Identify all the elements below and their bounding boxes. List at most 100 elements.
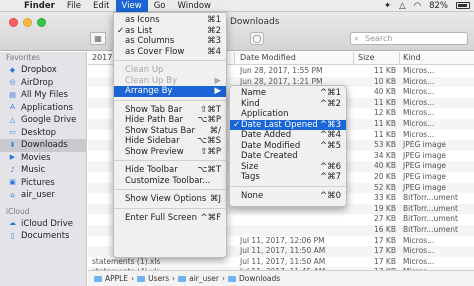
sidebar-item-label: air_user xyxy=(21,190,55,200)
menu-go[interactable]: Go xyxy=(148,0,172,12)
search-field[interactable]: ⌕ Search xyxy=(350,32,468,45)
music-icon: ♪ xyxy=(10,165,15,174)
cell-size: 17 KB xyxy=(374,235,396,245)
menu-item-tags[interactable]: Tags ^⌘7 xyxy=(230,172,346,183)
menu-separator xyxy=(114,160,226,161)
desktop-icon: ▭ xyxy=(9,128,16,137)
menu-item-date-last-opened[interactable]: ✓ Date Last Opened ^⌘3 xyxy=(230,119,346,130)
menu-item-show-preview[interactable]: Show Preview ⇧⌘P xyxy=(114,147,226,158)
path-item[interactable]: Downloads xyxy=(239,274,280,283)
cell-kind: Micros... xyxy=(403,66,435,75)
battery-icon[interactable] xyxy=(456,2,470,9)
minimize-button[interactable] xyxy=(23,18,32,27)
cell-kind: BitTorr...ument xyxy=(403,203,458,213)
menu-item-date-modified[interactable]: Date Modified ^⌘5 xyxy=(230,141,346,152)
sidebar-item[interactable]: ⌂ air_user xyxy=(0,189,86,202)
dropbox-status-icon[interactable]: ✦ xyxy=(384,1,391,11)
google-drive-status-icon[interactable]: △ xyxy=(399,1,406,11)
sidebar-item[interactable]: ▣ Pictures xyxy=(0,177,86,190)
wifi-icon[interactable]: ◠ xyxy=(414,1,421,11)
sidebar-item[interactable]: ♪ Music xyxy=(0,164,86,177)
downloads-icon: ⬇ xyxy=(9,140,16,149)
menu-item-as-cover-flow[interactable]: as Cover Flow ⌘4 xyxy=(114,47,226,58)
column-date-modified[interactable]: Date Modified xyxy=(240,53,296,62)
sidebar: Favorites ◆ Dropbox ◎ AirDrop ▤ All My Files A… xyxy=(0,52,87,286)
menu-item-label: Show Status Bar xyxy=(125,125,195,136)
menu-finder[interactable]: Finder xyxy=(18,0,61,12)
movies-icon: ▶ xyxy=(9,153,16,162)
menu-item-none[interactable]: None ^⌘0 xyxy=(230,191,346,202)
applications-icon: A xyxy=(10,103,15,112)
menu-item-date-added[interactable]: Date Added ^⌘4 xyxy=(230,130,346,141)
menu-item-as-icons[interactable]: as Icons ⌘1 xyxy=(114,15,226,26)
pictures-icon: ▣ xyxy=(9,178,16,187)
sidebar-item[interactable]: ☁ iCloud Drive xyxy=(0,218,86,231)
sidebar-item[interactable]: ▯ Documents xyxy=(0,230,86,243)
menu-item-label: Tags xyxy=(241,172,260,182)
table-row[interactable]: statements (1).xls Jul 11, 2017, 11:50 AM… xyxy=(88,257,474,268)
menu-item-label: as Cover Flow xyxy=(125,46,185,57)
path-item[interactable]: APPLE xyxy=(105,274,128,283)
sidebar-item[interactable]: ⬇ Downloads xyxy=(0,139,86,152)
menu-shortcut: ⌥⌘S xyxy=(197,136,221,146)
menu-item-label: None xyxy=(241,190,264,201)
dropbox-icon: ◆ xyxy=(9,65,16,74)
menu-item-hide-sidebar[interactable]: Hide Sidebar ⌥⌘S xyxy=(114,136,226,147)
menu-view[interactable]: View xyxy=(115,0,148,12)
cell-date: Jul 11, 2017, 11:50 AM xyxy=(240,246,326,256)
nav-buttons: ▦ xyxy=(90,32,106,45)
menu-item-customize-toolbar[interactable]: Customize Toolbar... xyxy=(114,176,226,187)
menu-item-hide-path-bar[interactable]: Hide Path Bar ⌥⌘P xyxy=(114,115,226,126)
menu-item-show-status-bar[interactable]: Show Status Bar ⌘/ xyxy=(114,126,226,137)
menu-shortcut: ⌘3 xyxy=(207,36,221,46)
menu-window[interactable]: Window xyxy=(171,0,217,12)
sidebar-item[interactable]: ▶ Movies xyxy=(0,152,86,165)
menu-shortcut: ^⌘2 xyxy=(319,98,341,109)
menu-item-label: Show Tab Bar xyxy=(125,104,183,115)
column-size[interactable]: Size xyxy=(358,53,374,62)
menu-item-arrange-by[interactable]: Arrange By ▶ xyxy=(114,86,226,97)
menu-item-enter-full-screen[interactable]: Enter Full Screen ^⌘F xyxy=(114,213,226,224)
sidebar-item[interactable]: ◆ Dropbox xyxy=(0,64,86,77)
search-placeholder: Search xyxy=(365,34,393,43)
menu-item-kind[interactable]: Kind ^⌘2 xyxy=(230,99,346,110)
column-kind[interactable]: Kind xyxy=(403,53,421,62)
menu-edit[interactable]: Edit xyxy=(87,0,115,12)
close-button[interactable] xyxy=(9,18,18,27)
sidebar-item[interactable]: △ Google Drive xyxy=(0,114,86,127)
tags-button[interactable]: ◯ xyxy=(250,32,264,45)
cell-size: 40 KB xyxy=(374,87,396,97)
sidebar-item[interactable]: A Applications xyxy=(0,102,86,115)
menu-item-hide-toolbar[interactable]: Hide Toolbar ⌥⌘T xyxy=(114,165,226,176)
menu-item-label: Hide Toolbar xyxy=(125,165,178,175)
menu-file[interactable]: File xyxy=(61,0,87,12)
sidebar-item[interactable]: ◎ AirDrop xyxy=(0,77,86,90)
sidebar-item[interactable]: ▭ Desktop xyxy=(0,127,86,140)
menu-item-label: Hide Sidebar xyxy=(125,136,180,146)
path-item[interactable]: Users xyxy=(148,274,169,283)
menu-item-as-columns[interactable]: as Columns ⌘3 xyxy=(114,36,226,47)
path-item[interactable]: air_user xyxy=(189,274,219,283)
menu-item-label: Customize Toolbar... xyxy=(125,175,211,186)
sidebar-item-label: Google Drive xyxy=(21,115,77,125)
menu-item-date-created[interactable]: Date Created xyxy=(230,151,346,162)
menu-item-clean-up: Clean Up xyxy=(114,65,226,76)
menu-item-name[interactable]: Name ^⌘1 xyxy=(230,88,346,99)
zoom-button[interactable] xyxy=(37,18,46,27)
view-icons-button[interactable]: ▦ xyxy=(90,32,106,45)
menu-item-as-list[interactable]: ✓ as List ⌘2 xyxy=(114,26,226,37)
menu-item-label: Show Preview xyxy=(125,146,184,157)
menu-shortcut: ⌥⌘P xyxy=(197,115,221,125)
menu-item-show-view-options[interactable]: Show View Options ⌘J xyxy=(114,194,226,205)
menu-item-size[interactable]: Size ^⌘6 xyxy=(230,162,346,173)
battery-percent: 82% xyxy=(429,0,448,11)
view-menu: as Icons ⌘1 ✓ as List ⌘2 as Columns ⌘3 as Cover… xyxy=(113,12,227,258)
menu-shortcut: ^⌘F xyxy=(200,212,221,223)
sidebar-item[interactable]: ▤ All My Files xyxy=(0,89,86,102)
google-drive-icon: △ xyxy=(9,115,16,124)
sidebar-item-label: Documents xyxy=(21,231,70,241)
cell-kind: Micros... xyxy=(403,108,435,118)
cell-kind: Micros... xyxy=(403,256,435,266)
menu-item-application[interactable]: Application xyxy=(230,109,346,120)
menu-item-show-tab-bar[interactable]: Show Tab Bar ⇧⌘T xyxy=(114,105,226,116)
